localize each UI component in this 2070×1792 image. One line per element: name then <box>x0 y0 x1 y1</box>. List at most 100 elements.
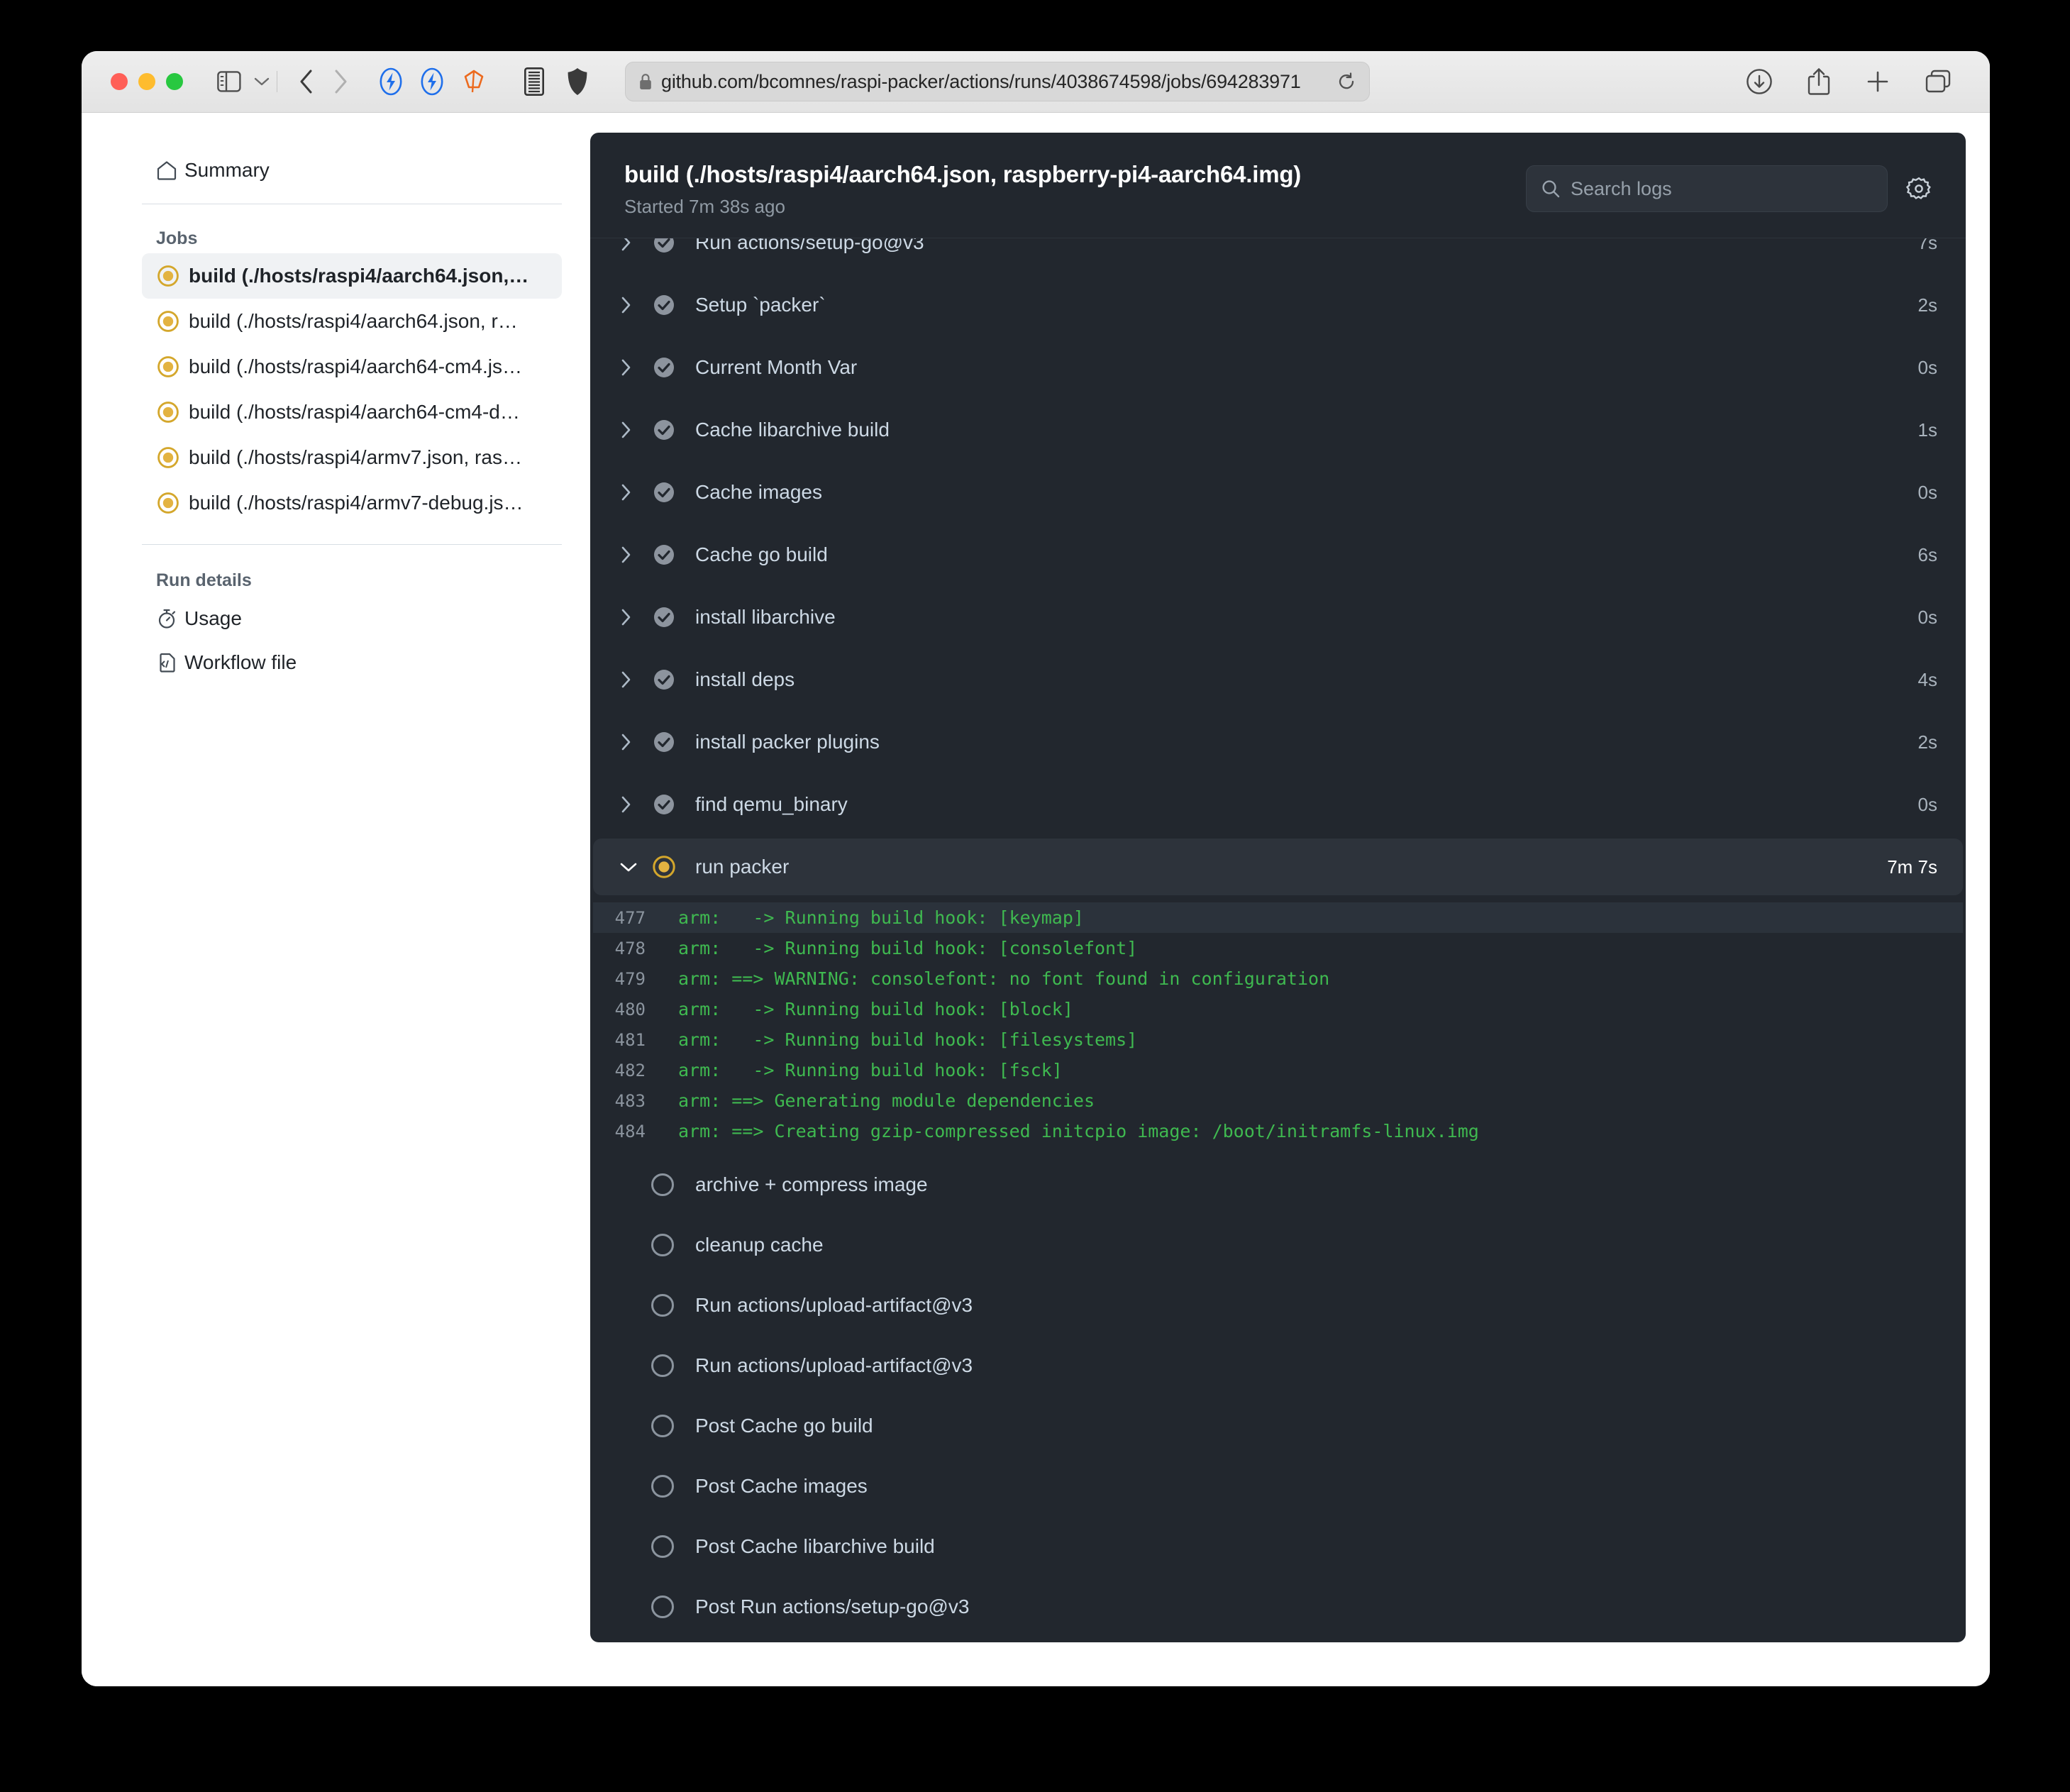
new-tab-icon[interactable] <box>1865 69 1891 94</box>
step-label: Cache images <box>695 481 1918 504</box>
shield-icon[interactable] <box>567 67 588 96</box>
sidebar-toggle-icon[interactable] <box>217 71 241 92</box>
log-line-number: 480 <box>593 1000 678 1019</box>
sidebar-job-label: build (./hosts/raspi4/armv7-debug.js… <box>189 492 524 514</box>
bolt-icon[interactable] <box>421 67 443 96</box>
prune-icon[interactable] <box>462 68 486 95</box>
pending-step-row[interactable]: Run actions/upload-artifact@v3 <box>593 1337 1963 1394</box>
in-progress-icon <box>156 446 189 470</box>
step-row[interactable]: Cache images0s <box>593 464 1963 521</box>
step-label: find qemu_binary <box>695 793 1918 816</box>
step-row[interactable]: install packer plugins2s <box>593 714 1963 770</box>
step-label: Setup `packer` <box>695 294 1918 316</box>
search-logs-box[interactable] <box>1526 165 1888 212</box>
success-check-icon <box>651 667 695 692</box>
sidebar-job-label: build (./hosts/raspi4/aarch64-cm4.js… <box>189 355 522 378</box>
bolt-icon[interactable] <box>380 67 402 96</box>
sidebar-item-summary[interactable]: Summary <box>142 148 562 192</box>
step-duration: 0s <box>1918 357 1937 379</box>
step-duration: 4s <box>1918 669 1937 691</box>
step-row[interactable]: Setup `packer`2s <box>593 277 1963 333</box>
step-row[interactable]: Cache libarchive build1s <box>593 402 1963 458</box>
step-label: Post Cache go build <box>695 1415 873 1437</box>
step-row[interactable]: Current Month Var0s <box>593 339 1963 396</box>
home-icon <box>156 160 184 181</box>
forward-icon[interactable] <box>333 69 348 94</box>
step-row[interactable]: install libarchive0s <box>593 589 1963 646</box>
step-row[interactable]: find qemu_binary0s <box>593 776 1963 833</box>
sidebar-job-item[interactable]: build (./hosts/raspi4/aarch64.json,… <box>142 253 562 299</box>
in-progress-icon <box>156 491 189 515</box>
pending-step-row[interactable]: cleanup cache <box>593 1217 1963 1273</box>
close-window-button[interactable] <box>111 73 128 90</box>
step-label: install deps <box>695 668 1918 691</box>
pending-step-row[interactable]: Post Cache images <box>593 1458 1963 1515</box>
sidebar-job-item[interactable]: build (./hosts/raspi4/armv7.json, ras… <box>142 435 562 480</box>
step-spacer <box>590 833 1966 839</box>
sidebar-job-item[interactable]: build (./hosts/raspi4/aarch64.json, r… <box>142 299 562 344</box>
reader-icon[interactable] <box>524 67 544 96</box>
pending-circle-icon <box>651 1234 695 1256</box>
share-icon[interactable] <box>1807 67 1831 96</box>
minimize-window-button[interactable] <box>138 73 155 90</box>
chevron-right-icon[interactable] <box>619 732 651 752</box>
chevron-right-icon[interactable] <box>619 795 651 814</box>
chevron-right-icon[interactable] <box>619 482 651 502</box>
steps-list: Run actions/setup-go@v37s Setup `packer`… <box>590 238 1966 1642</box>
chevron-right-icon[interactable] <box>619 420 651 440</box>
job-header: build (./hosts/raspi4/aarch64.json, rasp… <box>590 133 1966 238</box>
success-check-icon <box>651 238 695 255</box>
pending-step-row[interactable]: Post Cache go build <box>593 1398 1963 1454</box>
step-spacer <box>590 458 1966 464</box>
in-progress-icon <box>156 355 189 379</box>
back-icon[interactable] <box>299 69 314 94</box>
sidebar-job-label: build (./hosts/raspi4/aarch64-cm4-d… <box>189 401 520 424</box>
chevron-down-icon[interactable] <box>619 860 651 874</box>
downloads-icon[interactable] <box>1746 68 1773 95</box>
pending-circle-icon <box>651 1294 695 1317</box>
search-input[interactable] <box>1571 178 1873 200</box>
step-row[interactable]: Cache go build6s <box>593 526 1963 583</box>
tab-overview-icon[interactable] <box>1925 69 1952 94</box>
chevron-down-icon[interactable] <box>254 77 270 87</box>
success-check-icon <box>651 355 695 380</box>
log-line-text: arm: -> Running build hook: [keymap] <box>678 907 1084 928</box>
pending-circle-icon <box>651 1415 695 1437</box>
sidebar-job-item[interactable]: build (./hosts/raspi4/aarch64-cm4.js… <box>142 344 562 389</box>
chevron-right-icon[interactable] <box>619 670 651 690</box>
browser-toolbar: github.com/bcomnes/raspi-packer/actions/… <box>82 51 1990 113</box>
step-row[interactable]: install deps4s <box>593 651 1963 708</box>
reload-icon[interactable] <box>1336 72 1356 92</box>
chevron-right-icon[interactable] <box>619 545 651 565</box>
chevron-right-icon[interactable] <box>619 358 651 377</box>
chevron-right-icon[interactable] <box>619 238 651 253</box>
chevron-right-icon[interactable] <box>619 295 651 315</box>
sidebar-job-item[interactable]: build (./hosts/raspi4/armv7-debug.js… <box>142 480 562 526</box>
job-started-text: Started 7m 38s ago <box>624 196 1526 218</box>
step-spacer <box>590 521 1966 526</box>
sidebar-job-item[interactable]: build (./hosts/raspi4/aarch64-cm4-d… <box>142 389 562 435</box>
sidebar-item-workflow-file[interactable]: Workflow file <box>142 641 562 685</box>
maximize-window-button[interactable] <box>166 73 183 90</box>
step-row[interactable]: run packer7m 7s <box>593 839 1963 895</box>
gear-icon[interactable] <box>1906 176 1932 201</box>
step-row[interactable]: Run actions/setup-go@v37s <box>593 238 1963 271</box>
log-line-text: arm: -> Running build hook: [consolefont… <box>678 938 1137 958</box>
step-label: Run actions/setup-go@v3 <box>695 238 1918 254</box>
in-progress-icon <box>156 264 189 288</box>
pending-step-row[interactable]: Post Cache libarchive build <box>593 1518 1963 1575</box>
log-line-text: arm: -> Running build hook: [block] <box>678 999 1073 1019</box>
pending-step-row[interactable]: Post Run actions/setup-go@v3 <box>593 1578 1963 1635</box>
toolbar-right-actions <box>1746 67 1952 96</box>
log-line-number: 481 <box>593 1030 678 1050</box>
log-line-number: 484 <box>593 1122 678 1141</box>
pending-step-row[interactable]: Run actions/upload-artifact@v3 <box>593 1277 1963 1334</box>
pending-step-row[interactable]: archive + compress image <box>593 1156 1963 1213</box>
address-bar-url: github.com/bcomnes/raspi-packer/actions/… <box>661 71 1329 93</box>
chevron-right-icon[interactable] <box>619 607 651 627</box>
log-line: 484arm: ==> Creating gzip-compressed ini… <box>593 1116 1963 1146</box>
log-line: 482arm: -> Running build hook: [fsck] <box>593 1055 1963 1085</box>
sidebar-item-usage[interactable]: Usage <box>142 597 562 641</box>
address-bar[interactable]: github.com/bcomnes/raspi-packer/actions/… <box>625 62 1370 101</box>
pending-step-row[interactable]: Post Run actions/checkout@v3 <box>593 1639 1963 1642</box>
